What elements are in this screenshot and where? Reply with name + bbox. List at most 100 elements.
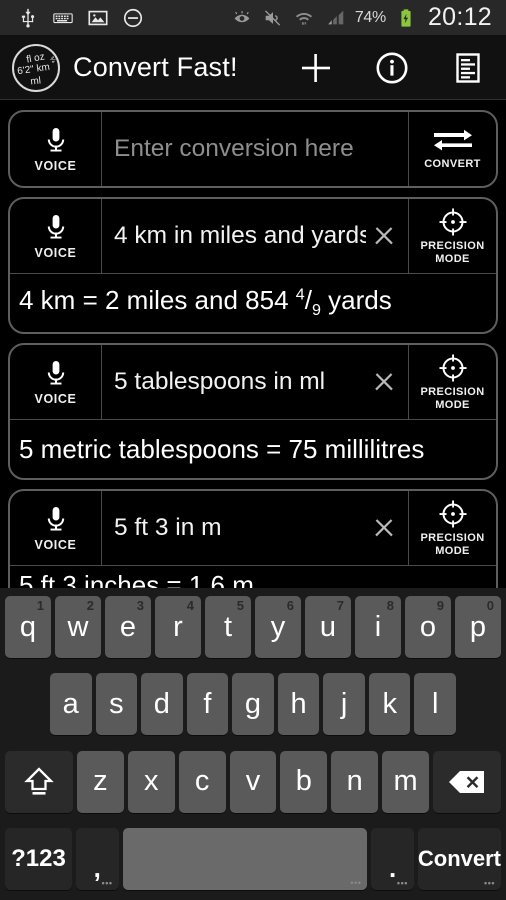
- result-suffix: yards: [320, 285, 392, 316]
- new-conversion-row: VOICE Enter conversion here CONVERT: [10, 112, 496, 186]
- precision-mode-button[interactable]: PRECISION MODE: [408, 491, 496, 565]
- key-label: .: [389, 852, 397, 883]
- key-d[interactable]: d: [141, 673, 183, 736]
- voice-input-button[interactable]: VOICE: [10, 112, 102, 186]
- key-r[interactable]: 4r: [155, 596, 201, 658]
- plus-icon: [298, 50, 334, 86]
- key-b[interactable]: b: [280, 750, 328, 813]
- conversion-result-text: 5 metric tablespoons = 75 millilitres: [19, 433, 425, 464]
- key-label: e: [119, 610, 137, 643]
- clear-button[interactable]: [366, 364, 402, 400]
- key-label: n: [346, 765, 363, 798]
- key-p[interactable]: 0p: [455, 596, 501, 658]
- key-label: f: [203, 687, 212, 720]
- conversion-query-field[interactable]: 5 tablespoons in ml: [102, 345, 408, 419]
- keyboard-row-4: ?123 , ••• ••• . ••• Convert •••: [2, 824, 504, 894]
- app-bar: fl oz ¾ 6'2" km ml Convert Fast!: [0, 36, 506, 100]
- add-button[interactable]: [278, 36, 354, 100]
- voice-input-button[interactable]: VOICE: [10, 199, 102, 273]
- keyboard-row-1: 1q 2w 3e 4r 5t 6y 7u 8i 9o 0p: [2, 592, 504, 662]
- key-g[interactable]: g: [232, 673, 274, 736]
- svg-text:ml: ml: [30, 75, 42, 87]
- key-y[interactable]: 6y: [255, 596, 301, 658]
- conversion-card: VOICE 5 ft 3 in m PRECISION MODE 5 ft 3 …: [8, 489, 498, 588]
- convert-button[interactable]: CONVERT: [408, 112, 496, 186]
- shift-key[interactable]: [4, 750, 73, 813]
- conversion-list[interactable]: VOICE Enter conversion here CONVERT VOIC…: [0, 100, 506, 588]
- usb-icon: [17, 7, 39, 29]
- conversion-result-text: 5 ft 3 inches = 1.6 m: [19, 570, 254, 588]
- conversion-card: VOICE 4 km in miles and yards PRECISION …: [8, 197, 498, 334]
- on-screen-keyboard[interactable]: 1q 2w 3e 4r 5t 6y 7u 8i 9o 0p a s d f g …: [0, 588, 506, 900]
- keyboard-row-2: a s d f g h j k l: [2, 669, 504, 739]
- space-key[interactable]: •••: [122, 827, 368, 890]
- precision-mode-label-line1: PRECISION: [420, 531, 485, 544]
- key-e[interactable]: 3e: [105, 596, 151, 658]
- key-h[interactable]: h: [277, 673, 320, 736]
- voice-input-button[interactable]: VOICE: [10, 345, 102, 419]
- key-i[interactable]: 8i: [355, 596, 401, 658]
- key-label: y: [270, 610, 286, 643]
- clear-button[interactable]: [366, 510, 402, 546]
- crosshair-icon: [438, 353, 468, 383]
- precision-mode-button[interactable]: PRECISION MODE: [408, 345, 496, 419]
- info-button[interactable]: [354, 36, 430, 100]
- voice-input-button[interactable]: VOICE: [10, 491, 102, 565]
- conversion-input-wrap[interactable]: Enter conversion here: [102, 112, 408, 186]
- conversion-query-text[interactable]: 5 tablespoons in ml: [114, 368, 325, 396]
- wifi-icon: [293, 7, 315, 29]
- conversion-input-placeholder[interactable]: Enter conversion here: [114, 135, 354, 163]
- crosshair-icon: [438, 207, 468, 237]
- microphone-icon: [45, 359, 67, 389]
- key-label: t: [223, 610, 233, 643]
- list-icon: [451, 51, 485, 85]
- key-hint: 4: [186, 598, 194, 613]
- backspace-key[interactable]: [433, 750, 502, 813]
- key-u[interactable]: 7u: [305, 596, 351, 658]
- battery-percent: 74%: [354, 8, 386, 26]
- clear-button[interactable]: [366, 218, 402, 254]
- conversion-query-text[interactable]: 4 km in miles and yards: [114, 222, 366, 250]
- key-v[interactable]: v: [229, 750, 277, 813]
- key-q[interactable]: 1q: [5, 596, 51, 658]
- key-s[interactable]: s: [95, 673, 138, 736]
- clock: 20:12: [427, 3, 492, 31]
- precision-mode-label-line1: PRECISION: [420, 239, 485, 252]
- conversion-query-field[interactable]: 4 km in miles and yards: [102, 199, 408, 273]
- symbols-key[interactable]: ?123: [5, 827, 72, 890]
- key-k[interactable]: k: [368, 673, 411, 736]
- conversion-query-row: VOICE 4 km in miles and yards PRECISION …: [10, 199, 496, 273]
- key-label: r: [173, 610, 183, 643]
- key-a[interactable]: a: [49, 673, 92, 736]
- key-label: p: [469, 610, 487, 643]
- key-more-dots: •••: [484, 877, 495, 888]
- precision-mode-button[interactable]: PRECISION MODE: [408, 199, 496, 273]
- key-o[interactable]: 9o: [405, 596, 451, 658]
- precision-mode-label-line2: MODE: [435, 544, 470, 557]
- convert-key[interactable]: Convert •••: [417, 827, 501, 890]
- key-x[interactable]: x: [127, 750, 175, 813]
- key-n[interactable]: n: [331, 750, 379, 813]
- key-z[interactable]: z: [76, 750, 124, 813]
- conversion-query-text[interactable]: 5 ft 3 in m: [114, 514, 222, 542]
- voice-label: VOICE: [34, 391, 77, 406]
- key-hint: 8: [386, 598, 394, 613]
- key-j[interactable]: j: [323, 673, 365, 736]
- comma-key[interactable]: , •••: [76, 827, 119, 890]
- period-key[interactable]: . •••: [371, 827, 414, 890]
- key-l[interactable]: l: [414, 673, 457, 736]
- key-t[interactable]: 5t: [205, 596, 251, 658]
- key-label: o: [419, 610, 437, 643]
- key-label: a: [62, 687, 79, 720]
- key-label: h: [290, 687, 307, 720]
- key-m[interactable]: m: [382, 750, 430, 813]
- key-c[interactable]: c: [178, 750, 226, 813]
- list-button[interactable]: [430, 36, 506, 100]
- key-w[interactable]: 2w: [55, 596, 101, 658]
- keyboard-icon: [52, 7, 74, 29]
- key-f[interactable]: f: [186, 673, 229, 736]
- voice-label: VOICE: [34, 245, 77, 260]
- key-more-dots: •••: [396, 877, 408, 888]
- conversion-query-field[interactable]: 5 ft 3 in m: [102, 491, 408, 565]
- key-hint: 9: [436, 598, 444, 613]
